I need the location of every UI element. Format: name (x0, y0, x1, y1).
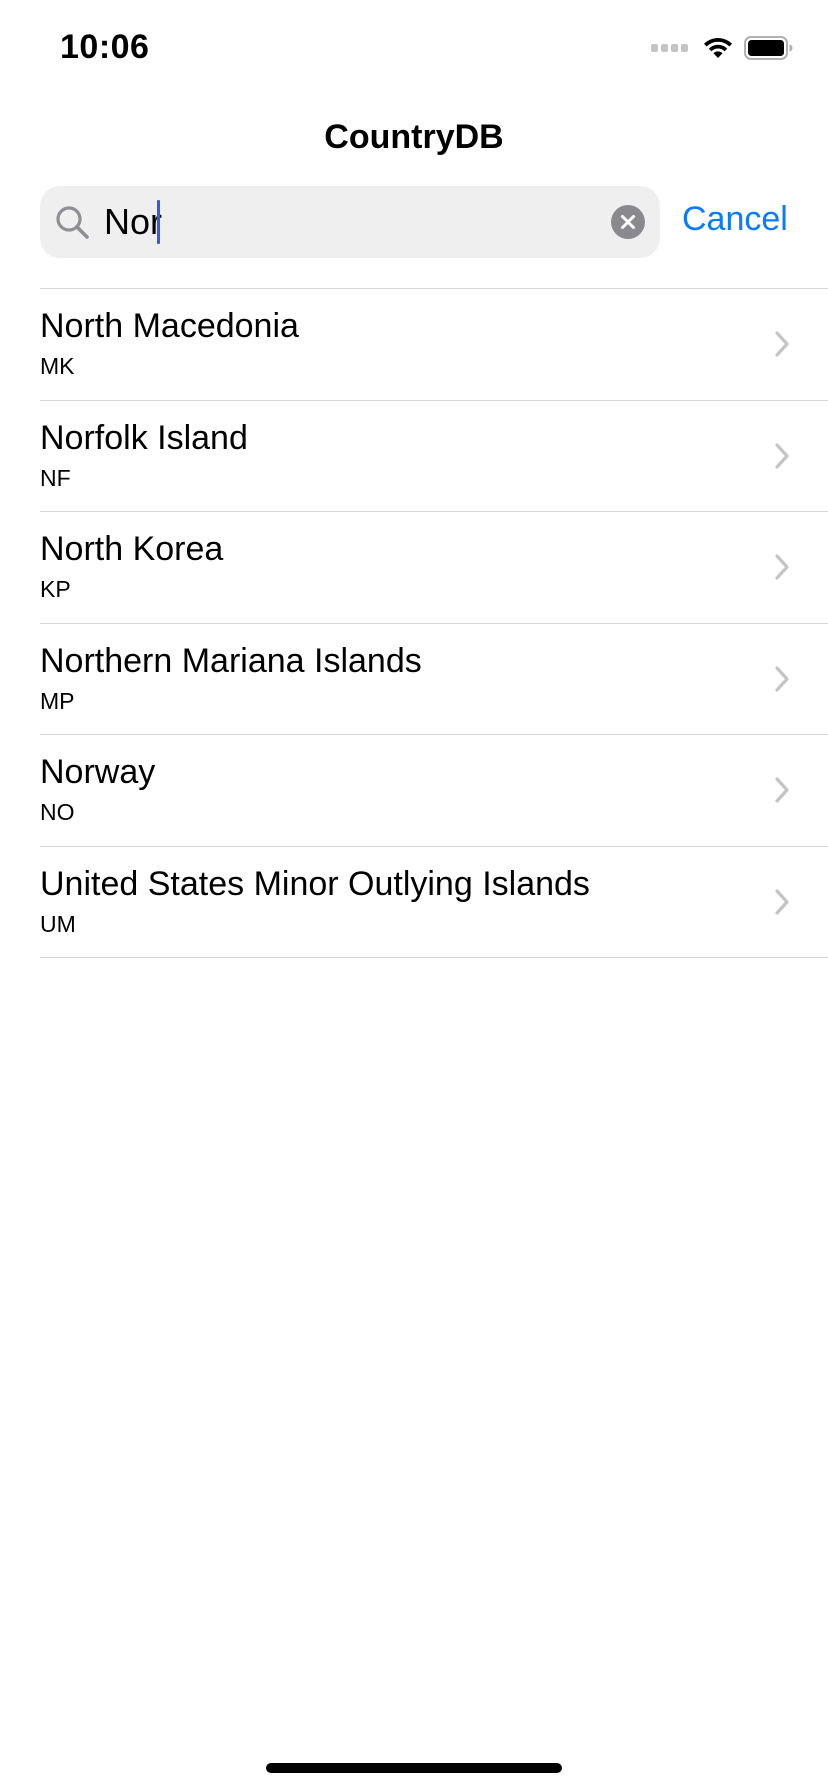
country-name: Norfolk Island (40, 418, 248, 457)
country-code: KP (40, 576, 71, 602)
status-time: 10:06 (60, 28, 150, 66)
chevron-right-icon (775, 331, 789, 357)
country-code: MK (40, 353, 75, 379)
status-bar: 10:06 (0, 0, 828, 100)
country-name: North Macedonia (40, 307, 299, 345)
country-code: NF (40, 464, 71, 491)
list-item[interactable]: Norway NO (40, 735, 828, 847)
country-name: United States Minor Outlying Islands (40, 864, 590, 903)
battery-icon (744, 36, 793, 60)
status-icons (651, 36, 794, 60)
chevron-right-icon (775, 777, 789, 803)
search-bar: Cancel (40, 186, 800, 258)
results-list: North Macedonia MK Norfolk Island NF Nor… (40, 288, 828, 958)
list-item[interactable]: United States Minor Outlying Islands UM (40, 847, 828, 958)
page-title: CountryDB (324, 118, 504, 156)
wifi-icon (704, 38, 732, 58)
country-name: Norway (40, 753, 156, 791)
search-icon (56, 206, 89, 239)
text-caret (157, 200, 160, 244)
cancel-button[interactable]: Cancel (682, 200, 788, 239)
chevron-right-icon (775, 442, 789, 469)
country-name: Northern Mariana Islands (40, 641, 422, 680)
country-code: UM (40, 910, 76, 937)
chevron-right-icon (775, 665, 789, 692)
home-indicator[interactable] (266, 1763, 562, 1773)
country-code: NO (40, 799, 75, 825)
list-item[interactable]: North Macedonia MK (40, 289, 828, 401)
country-name: North Korea (40, 530, 224, 568)
chevron-right-icon (775, 554, 789, 580)
cellular-signal-icon (651, 44, 688, 52)
clear-icon[interactable] (611, 205, 645, 239)
list-item[interactable]: Northern Mariana Islands MP (40, 624, 828, 735)
chevron-right-icon (775, 888, 789, 915)
search-field[interactable] (40, 186, 660, 258)
list-item[interactable]: Norfolk Island NF (40, 401, 828, 512)
list-item[interactable]: North Korea KP (40, 512, 828, 624)
country-code: MP (40, 687, 75, 714)
search-input[interactable] (102, 196, 584, 248)
